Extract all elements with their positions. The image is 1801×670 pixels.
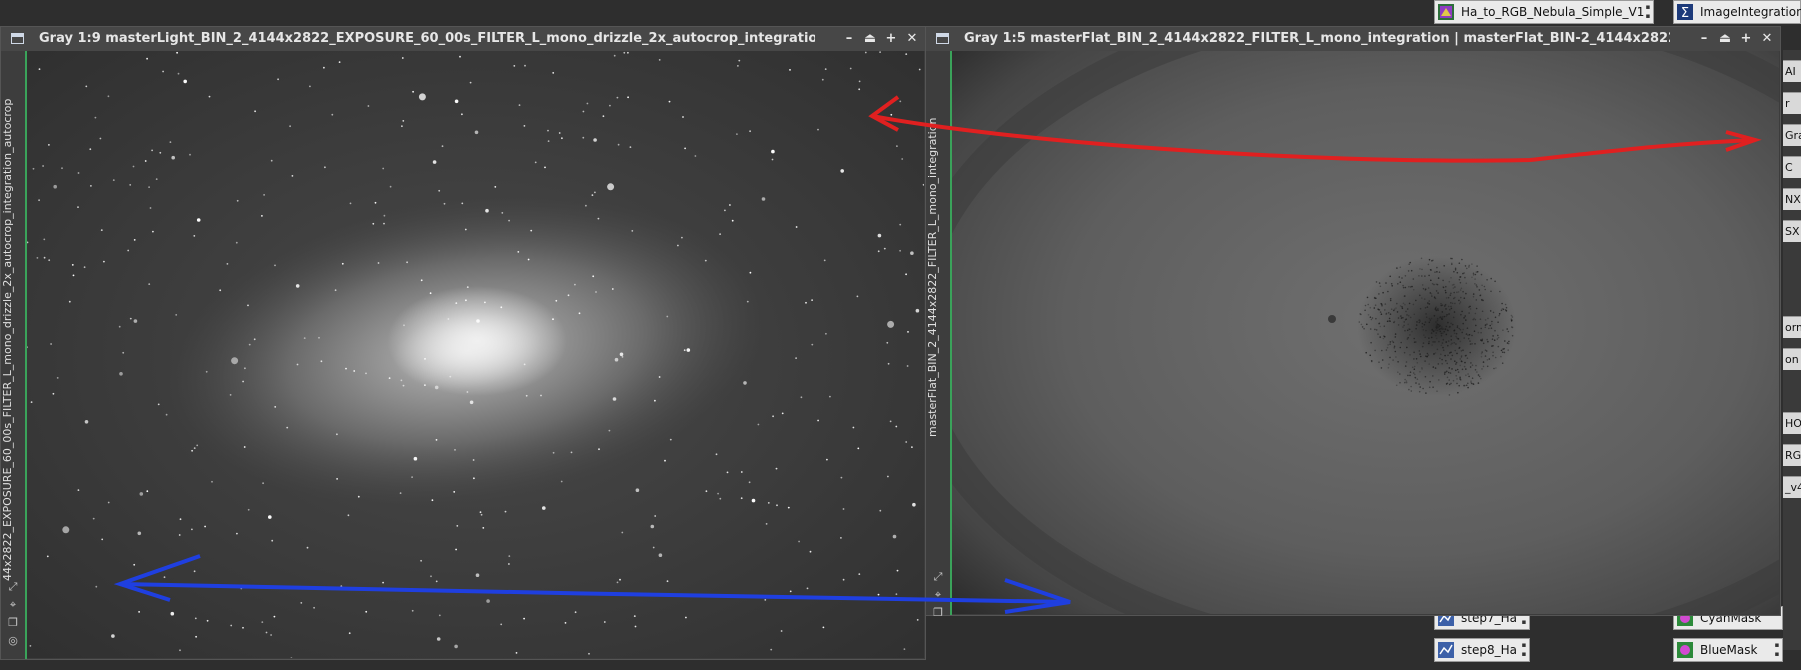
red-arrow (871, 114, 1756, 163)
blue-arrowhead-left (113, 554, 201, 602)
red-arrowhead-left (868, 95, 900, 132)
annotation-overlay (113, 95, 1762, 614)
blue-arrowhead-right (1004, 578, 1071, 614)
blue-arrow (119, 582, 1071, 604)
